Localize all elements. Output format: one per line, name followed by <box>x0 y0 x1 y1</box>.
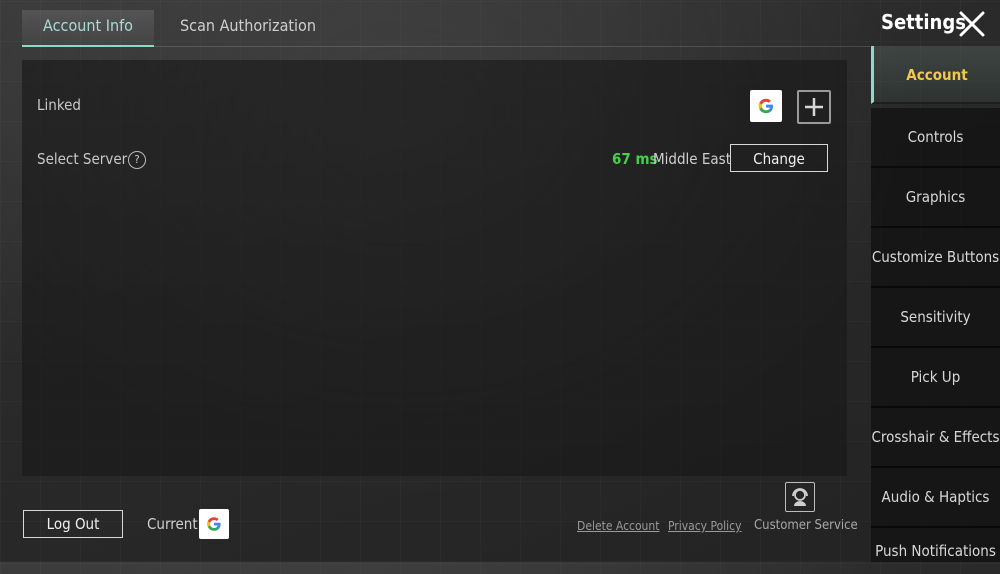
select-server-label: Select Server <box>37 150 128 168</box>
change-server-button[interactable]: Change <box>730 144 828 172</box>
logout-button[interactable]: Log Out <box>23 510 123 538</box>
tab-scan-authorization[interactable]: Scan Authorization <box>168 10 328 46</box>
sidebar-item-account[interactable]: Account <box>871 46 1000 104</box>
settings-title: Settings <box>881 10 966 34</box>
ping-value: 67 ms <box>612 150 658 168</box>
customer-service-label[interactable]: Customer Service <box>754 518 858 533</box>
sidebar-item-sensitivity[interactable]: Sensitivity <box>871 288 1000 348</box>
sidebar-item-customize-buttons[interactable]: Customize Buttons <box>871 228 1000 288</box>
headset-icon <box>792 488 808 506</box>
google-icon <box>207 517 221 531</box>
sidebar-item-controls[interactable]: Controls <box>871 108 1000 168</box>
server-region: Middle East <box>653 150 731 168</box>
top-tab-bar: Account Info Scan Authorization <box>22 10 870 47</box>
current-google-account <box>199 509 229 539</box>
sidebar-item-crosshair-effects[interactable]: Crosshair & Effects <box>871 408 1000 468</box>
linked-label: Linked <box>37 96 81 114</box>
plus-icon <box>805 98 823 116</box>
delete-account-link[interactable]: Delete Account <box>577 519 659 533</box>
sidebar-item-graphics[interactable]: Graphics <box>871 168 1000 228</box>
sidebar-item-audio-haptics[interactable]: Audio & Haptics <box>871 468 1000 528</box>
help-icon[interactable]: ? <box>128 151 146 169</box>
close-icon[interactable] <box>958 10 986 38</box>
settings-sidebar: Account Controls Graphics Customize Butt… <box>871 46 1000 562</box>
add-link-button[interactable] <box>797 90 831 124</box>
customer-service-button[interactable] <box>785 482 815 512</box>
sidebar-item-push-notifications[interactable]: Push Notifications <box>871 528 1000 562</box>
current-account-label: Current <box>147 515 198 533</box>
sidebar-item-pick-up[interactable]: Pick Up <box>871 348 1000 408</box>
linked-google-account[interactable] <box>750 90 782 122</box>
google-icon <box>758 98 773 114</box>
privacy-policy-link[interactable]: Privacy Policy <box>668 519 742 533</box>
tab-account-info[interactable]: Account Info <box>22 10 154 47</box>
account-info-panel <box>22 60 847 476</box>
